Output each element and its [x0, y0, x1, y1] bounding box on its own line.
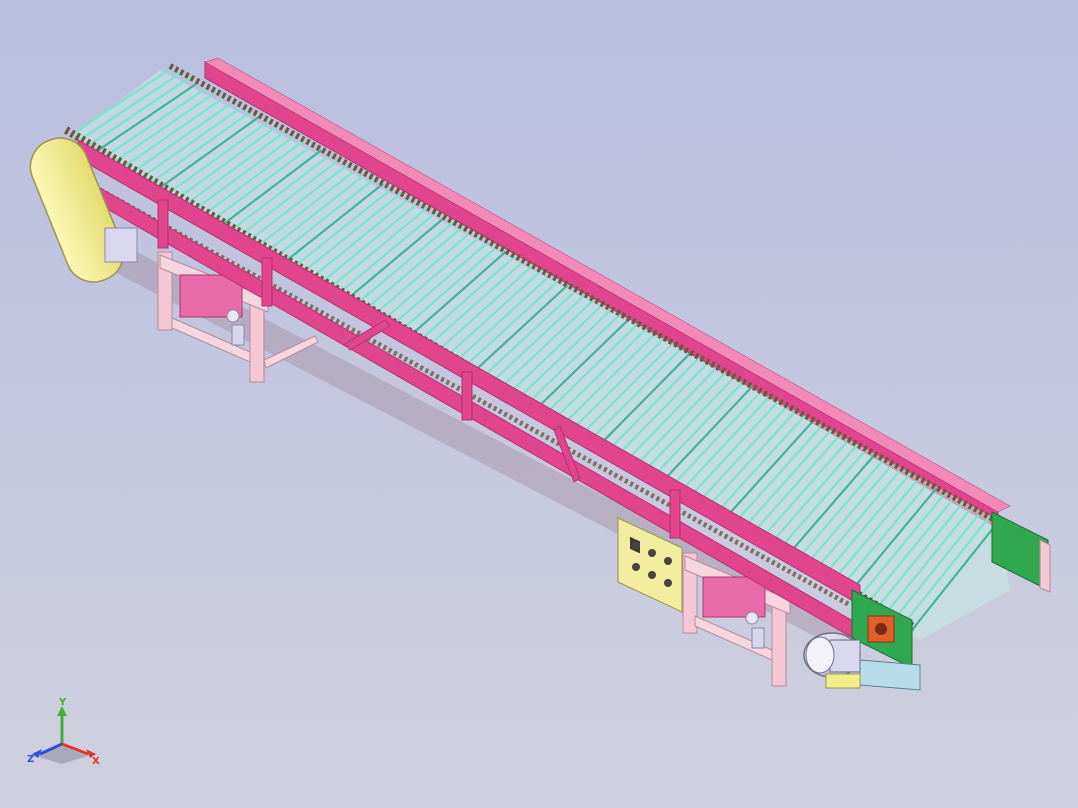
drive-motor[interactable]	[803, 632, 861, 689]
triad-z-label: Z	[27, 754, 34, 765]
view-orientation-triad-icon[interactable]: Y X Z	[26, 694, 106, 774]
triad-x-label: X	[92, 756, 100, 767]
conveyor-assembly-model[interactable]	[0, 0, 1078, 808]
triad-y-label: Y	[58, 697, 67, 708]
roller-bed[interactable]	[75, 70, 1010, 640]
cad-3d-viewport[interactable]: Y X Z	[0, 0, 1078, 808]
drive-chain-back	[168, 63, 997, 523]
